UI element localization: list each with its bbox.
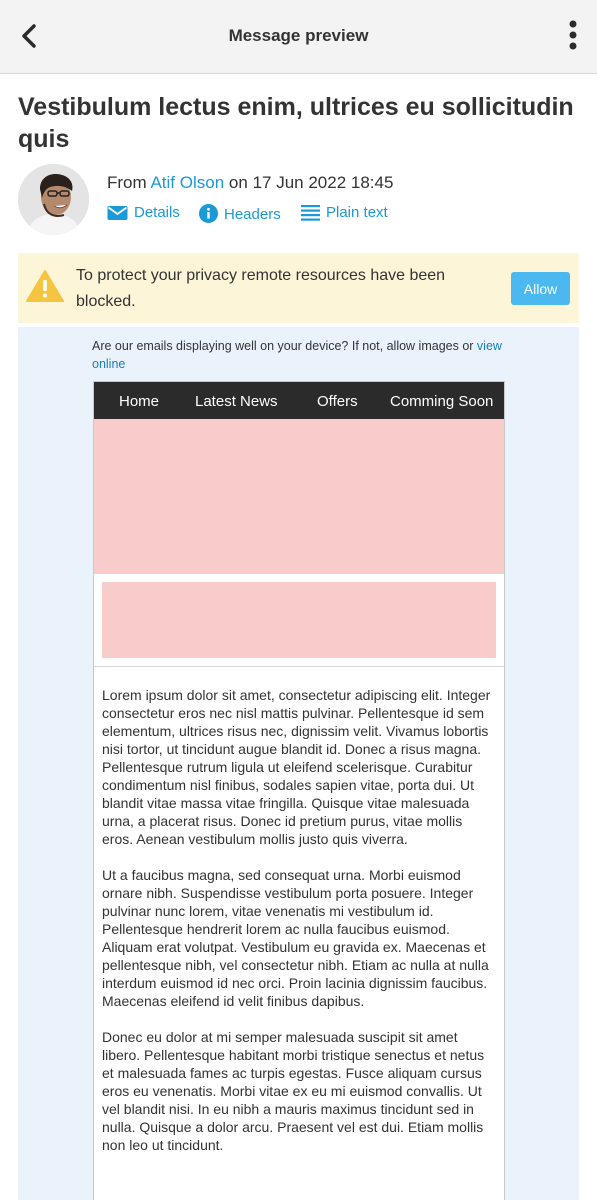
email-nav-coming-soon[interactable]: Comming Soon <box>390 393 493 410</box>
plain-text-link[interactable]: Plain text <box>301 204 388 221</box>
banner-image-placeholder <box>102 582 496 658</box>
top-app-bar: Message preview <box>0 0 597 74</box>
preheader-text: Are our emails displaying well on your d… <box>92 339 474 353</box>
plain-text-label: Plain text <box>326 204 388 221</box>
envelope-icon <box>107 206 128 220</box>
email-nav-home[interactable]: Home <box>119 393 159 410</box>
email-preheader: Are our emails displaying well on your d… <box>92 337 512 373</box>
details-label: Details <box>134 204 180 221</box>
body-paragraph: Ut a faucibus magna, sed consequat urna.… <box>102 867 489 1009</box>
on-label: on <box>228 173 248 192</box>
email-content-frame[interactable]: Are our emails displaying well on your d… <box>18 327 579 1200</box>
body-paragraph: Donec eu dolor at mi semper malesuada su… <box>102 1029 485 1153</box>
privacy-warning-banner: To protect your privacy remote resources… <box>18 253 579 323</box>
email-nav-offers[interactable]: Offers <box>317 393 358 410</box>
message-date: 17 Jun 2022 18:45 <box>252 173 394 192</box>
list-lines-icon <box>301 205 320 221</box>
hero-image-placeholder <box>94 419 504 574</box>
more-options-button[interactable] <box>561 18 585 54</box>
email-body-text: Lorem ipsum dolor sit amet, consectetur … <box>102 686 496 1172</box>
email-nav-latest-news[interactable]: Latest News <box>195 393 278 410</box>
email-card: Home Latest News Offers Comming Soon Lor… <box>93 381 505 1200</box>
details-link[interactable]: Details <box>107 204 180 221</box>
message-subject: Vestibulum lectus enim, ultrices eu soll… <box>18 93 574 153</box>
sender-name-link[interactable]: Atif Olson <box>150 173 224 192</box>
email-nav-bar: Home Latest News Offers Comming Soon <box>94 382 504 419</box>
body-paragraph: Lorem ipsum dolor sit amet, consectetur … <box>102 687 491 847</box>
headers-label: Headers <box>224 206 281 223</box>
privacy-warning-text: To protect your privacy remote resources… <box>76 267 446 310</box>
sender-avatar[interactable] <box>18 164 89 235</box>
from-label: From <box>107 173 147 192</box>
allow-button[interactable]: Allow <box>511 272 570 305</box>
headers-link[interactable]: Headers <box>199 204 281 223</box>
page-title: Message preview <box>228 26 369 45</box>
info-icon <box>199 204 218 223</box>
warning-icon <box>26 270 64 302</box>
divider <box>94 666 504 667</box>
sender-line: From Atif Olson on 17 Jun 2022 18:45 <box>107 173 393 193</box>
more-vertical-icon <box>569 20 577 50</box>
